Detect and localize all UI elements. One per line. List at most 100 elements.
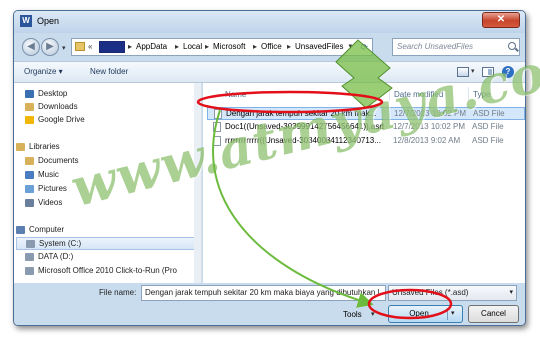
column-separator[interactable] <box>389 87 390 101</box>
sidebar-item-desktop[interactable]: Desktop <box>25 88 67 101</box>
sidebar-item-label: Computer <box>29 225 65 234</box>
desktop-icon <box>25 90 34 98</box>
file-name: rrrrrrrrrrrrr((Unsaved-30340084112340713… <box>225 136 381 145</box>
recent-locations-dropdown[interactable]: ▾ <box>62 44 66 52</box>
breadcrumb-separator[interactable]: ▸ <box>205 39 209 55</box>
file-name: Doc1((Unsaved-303999142756456641)).asd <box>225 122 384 131</box>
redacted-path-segment <box>99 41 125 53</box>
tools-button[interactable]: Tools <box>343 310 362 319</box>
file-name: Dengan jarak tempuh sekitar 20 km mak... <box>226 109 377 118</box>
breadcrumb-separator[interactable]: ▸ <box>175 39 179 55</box>
sidebar-item-system-c[interactable]: System (C:) <box>16 237 196 250</box>
file-type-value: Unsaved Files (*.asd) <box>392 288 469 297</box>
organize-button[interactable]: Organize ▾ <box>24 67 63 76</box>
preview-pane-icon[interactable] <box>482 67 494 77</box>
search-input[interactable]: Search UnsavedFiles <box>392 38 520 56</box>
dialog-footer: File name: Dengan jarak tempuh sekitar 2… <box>14 283 525 325</box>
navigation-scrollbar[interactable] <box>194 83 201 283</box>
sidebar-item-videos[interactable]: Videos <box>25 197 62 210</box>
tools-dropdown[interactable]: ▾ <box>371 310 375 318</box>
breadcrumb-separator[interactable]: ▸ <box>287 39 291 55</box>
sidebar-item-label: Music <box>38 170 59 179</box>
split-divider <box>447 308 448 320</box>
chevron-down-icon: ▾ <box>509 289 513 296</box>
libraries-icon <box>16 143 25 151</box>
file-row[interactable]: Doc1((Unsaved-303999142756456641)).asd 1… <box>207 121 525 134</box>
view-options-dropdown[interactable]: ▾ <box>471 67 475 75</box>
breadcrumb-local[interactable]: Local <box>183 39 202 55</box>
drive-icon <box>25 253 34 261</box>
word-app-icon: W <box>20 15 32 27</box>
file-date: 12/8/2013 9:02 AM <box>393 136 461 145</box>
file-icon <box>214 109 222 119</box>
breadcrumb-separator[interactable]: ▸ <box>253 39 257 55</box>
address-dropdown[interactable]: ▾ <box>348 39 352 55</box>
title-bar: W Open ✕ <box>14 11 525 33</box>
column-header-date[interactable]: Date modified <box>394 90 443 99</box>
sidebar-item-label: Documents <box>38 156 79 165</box>
column-header-type[interactable]: Type <box>473 90 490 99</box>
address-row: ◀ ▶ ▾ « ▸ AppData ▸ Local ▸ Microsoft ▸ … <box>14 33 525 61</box>
sidebar-item-label: Microsoft Office 2010 Click-to-Run (Pro <box>38 266 178 275</box>
cancel-button[interactable]: Cancel <box>468 305 519 323</box>
new-folder-button[interactable]: New folder <box>90 67 128 76</box>
sidebar-item-label: Pictures <box>38 184 67 193</box>
open-options-dropdown[interactable]: ▾ <box>451 309 455 317</box>
file-type-select[interactable]: Unsaved Files (*.asd) ▾ <box>388 285 517 301</box>
sidebar-item-documents[interactable]: Documents <box>25 155 79 168</box>
file-icon <box>213 136 221 146</box>
file-row[interactable]: rrrrrrrrrrrrr((Unsaved-30340084112340713… <box>207 135 525 148</box>
file-date: 12/7/2013 10:02 PM <box>394 109 467 118</box>
back-button[interactable]: ◀ <box>22 38 40 56</box>
sidebar-item-pictures[interactable]: Pictures <box>25 183 67 196</box>
sidebar-item-music[interactable]: Music <box>25 169 59 182</box>
breadcrumb-unsavedfiles[interactable]: UnsavedFiles <box>295 39 343 55</box>
file-type: ASD File <box>473 109 505 118</box>
drive-icon <box>25 267 34 275</box>
breadcrumb-separator[interactable]: ▸ <box>128 39 132 55</box>
file-row[interactable]: Dengan jarak tempuh sekitar 20 km mak...… <box>207 107 525 120</box>
file-date: 12/7/2013 10:02 PM <box>393 122 466 131</box>
music-icon <box>25 171 34 179</box>
search-icon[interactable] <box>508 42 516 50</box>
file-list: Name Date modified Type Dengan jarak tem… <box>203 83 525 283</box>
open-button[interactable]: Open ▾ <box>388 305 463 323</box>
documents-icon <box>25 157 34 165</box>
address-bar[interactable]: « ▸ AppData ▸ Local ▸ Microsoft ▸ Office… <box>71 38 373 56</box>
sidebar-item-libraries[interactable]: Libraries <box>16 141 60 154</box>
change-view-icon[interactable] <box>457 67 469 77</box>
sidebar-item-office-click-to-run[interactable]: Microsoft Office 2010 Click-to-Run (Pro <box>25 265 178 278</box>
close-button[interactable]: ✕ <box>482 12 520 28</box>
folder-icon <box>75 42 85 51</box>
sidebar-item-google-drive[interactable]: Google Drive <box>25 114 85 127</box>
sidebar-item-label: Libraries <box>29 142 60 151</box>
file-name-field[interactable]: Dengan jarak tempuh sekitar 20 km maka b… <box>141 285 386 301</box>
file-name-label: File name: <box>99 288 137 297</box>
forward-button[interactable]: ▶ <box>41 38 59 56</box>
command-bar: Organize ▾ New folder ▾ ? <box>14 61 525 83</box>
refresh-icon[interactable]: ⟳ <box>360 39 368 55</box>
open-dialog: W Open ✕ ◀ ▶ ▾ « ▸ AppData ▸ Local ▸ Mic… <box>13 10 526 326</box>
breadcrumb-office[interactable]: Office <box>261 39 282 55</box>
help-icon[interactable]: ? <box>502 66 514 78</box>
google-drive-icon <box>25 116 34 124</box>
sidebar-item-downloads[interactable]: Downloads <box>25 101 78 114</box>
sidebar-item-label: Downloads <box>38 102 78 111</box>
file-icon <box>213 122 221 132</box>
sidebar-item-label: System (C:) <box>39 239 82 248</box>
computer-icon <box>16 226 25 234</box>
column-separator[interactable] <box>468 87 469 101</box>
videos-icon <box>25 199 34 207</box>
column-header-name[interactable]: Name <box>225 90 246 99</box>
downloads-icon <box>25 103 34 111</box>
sidebar-item-computer[interactable]: Computer <box>16 224 65 237</box>
open-button-label: Open <box>409 309 429 318</box>
pictures-icon <box>25 185 34 193</box>
navigation-pane: Desktop Downloads Google Drive Libraries… <box>14 83 202 283</box>
breadcrumb-appdata[interactable]: AppData <box>136 39 167 55</box>
overflow-chevron[interactable]: « <box>88 39 92 55</box>
file-type: ASD File <box>472 122 504 131</box>
sidebar-item-data-d[interactable]: DATA (D:) <box>25 251 73 264</box>
file-type: ASD File <box>472 136 504 145</box>
breadcrumb-microsoft[interactable]: Microsoft <box>213 39 245 55</box>
